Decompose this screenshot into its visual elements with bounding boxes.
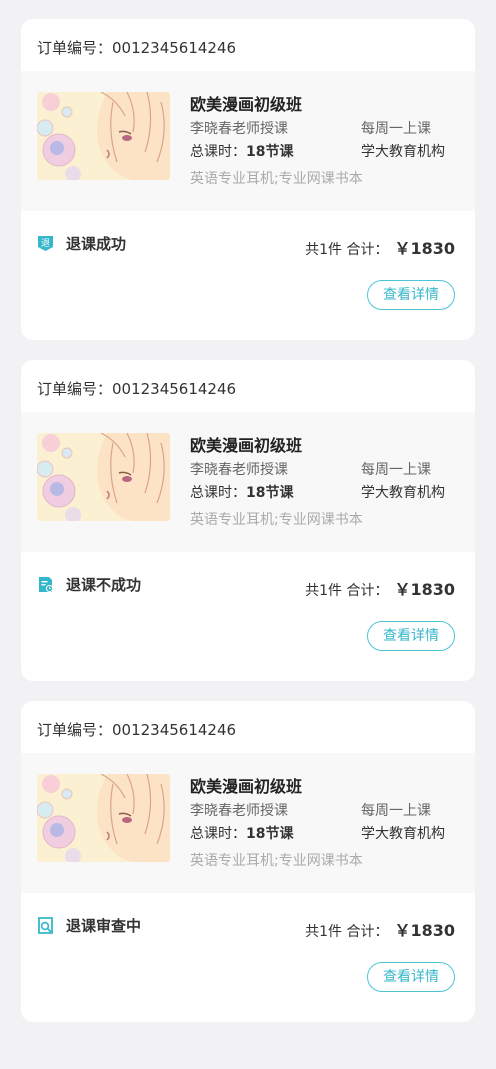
product-row[interactable]: 欧美漫画初级班 李晓春老师授课 总课时：18节课 每周一上课 学大教育机构 英语… bbox=[21, 753, 475, 893]
item-count: 共1件 bbox=[305, 583, 342, 599]
institution: 学大教育机构 bbox=[361, 144, 445, 160]
hours-value: 18节课 bbox=[246, 826, 294, 842]
order-card: 订单编号：0012345614246 欧美漫画初级班 李晓春老师授课 总课时：1… bbox=[21, 360, 475, 681]
order-total: 共1件 合计： ￥1830 bbox=[305, 235, 455, 259]
schedule: 每周一上课 bbox=[361, 462, 431, 478]
institution: 学大教育机构 bbox=[361, 826, 445, 842]
total-hours: 总课时：18节课 bbox=[190, 482, 293, 502]
order-total: 共1件 合计： ￥1830 bbox=[305, 917, 455, 941]
course-thumbnail bbox=[37, 774, 170, 862]
item-count: 共1件 bbox=[305, 242, 342, 258]
teacher: 李晓春老师授课 bbox=[190, 462, 288, 478]
total-amount: ￥1830 bbox=[394, 921, 455, 940]
course-thumbnail bbox=[37, 433, 170, 521]
course-extras: 英语专业耳机;专业网课书本 bbox=[190, 171, 363, 187]
teacher: 李晓春老师授课 bbox=[190, 803, 288, 819]
hours-value: 18节课 bbox=[246, 144, 294, 160]
refund-status: 退 退课成功 bbox=[37, 233, 126, 254]
view-details-button[interactable]: 查看详情 bbox=[367, 621, 455, 651]
status-text: 退课成功 bbox=[66, 235, 127, 253]
teacher: 李晓春老师授课 bbox=[190, 121, 288, 137]
total-hours: 总课时：18节课 bbox=[190, 141, 293, 161]
hours-label: 总课时： bbox=[190, 826, 246, 842]
total-amount: ￥1830 bbox=[394, 580, 455, 599]
order-list: 订单编号：0012345614246 欧美漫画初级班 李晓春老师授课 总课时：1… bbox=[0, 0, 496, 1022]
course-extras: 英语专业耳机;专业网课书本 bbox=[190, 512, 363, 528]
product-row[interactable]: 欧美漫画初级班 李晓春老师授课 总课时：18节课 每周一上课 学大教育机构 英语… bbox=[21, 71, 475, 211]
total-amount: ￥1830 bbox=[394, 239, 455, 258]
order-total: 共1件 合计： ￥1830 bbox=[305, 576, 455, 600]
course-title: 欧美漫画初级班 bbox=[190, 95, 303, 114]
hours-value: 18节课 bbox=[246, 485, 294, 501]
view-details-button[interactable]: 查看详情 bbox=[367, 280, 455, 310]
item-count: 共1件 bbox=[305, 924, 342, 940]
refund-status: 退课审查中 bbox=[37, 915, 141, 936]
order-number: 订单编号：0012345614246 bbox=[37, 380, 237, 398]
refund-badge-icon: 退 bbox=[38, 236, 53, 251]
course-title: 欧美漫画初级班 bbox=[190, 777, 303, 796]
order-number: 订单编号：0012345614246 bbox=[37, 39, 237, 57]
total-label: 合计： bbox=[346, 924, 389, 940]
course-extras: 英语专业耳机;专业网课书本 bbox=[190, 853, 363, 869]
svg-text:退: 退 bbox=[41, 238, 50, 249]
course-thumbnail bbox=[37, 92, 170, 180]
order-card: 订单编号：0012345614246 欧美漫画初级班 李晓春老师授课 总课时：1… bbox=[21, 19, 475, 340]
refund-status: 退课不成功 bbox=[37, 574, 141, 595]
order-number: 订单编号：0012345614246 bbox=[37, 721, 237, 739]
hours-label: 总课时： bbox=[190, 485, 246, 501]
total-hours: 总课时：18节课 bbox=[190, 823, 293, 843]
schedule: 每周一上课 bbox=[361, 121, 431, 137]
document-clock-icon bbox=[39, 577, 54, 593]
view-details-button[interactable]: 查看详情 bbox=[367, 962, 455, 992]
hours-label: 总课时： bbox=[190, 144, 246, 160]
order-card: 订单编号：0012345614246 欧美漫画初级班 李晓春老师授课 总课时：1… bbox=[21, 701, 475, 1022]
total-label: 合计： bbox=[346, 583, 389, 599]
schedule: 每周一上课 bbox=[361, 803, 431, 819]
document-search-icon bbox=[38, 917, 53, 934]
status-text: 退课不成功 bbox=[66, 576, 142, 594]
course-title: 欧美漫画初级班 bbox=[190, 436, 303, 455]
product-row[interactable]: 欧美漫画初级班 李晓春老师授课 总课时：18节课 每周一上课 学大教育机构 英语… bbox=[21, 412, 475, 552]
total-label: 合计： bbox=[346, 242, 389, 258]
status-text: 退课审查中 bbox=[66, 917, 142, 935]
institution: 学大教育机构 bbox=[361, 485, 445, 501]
